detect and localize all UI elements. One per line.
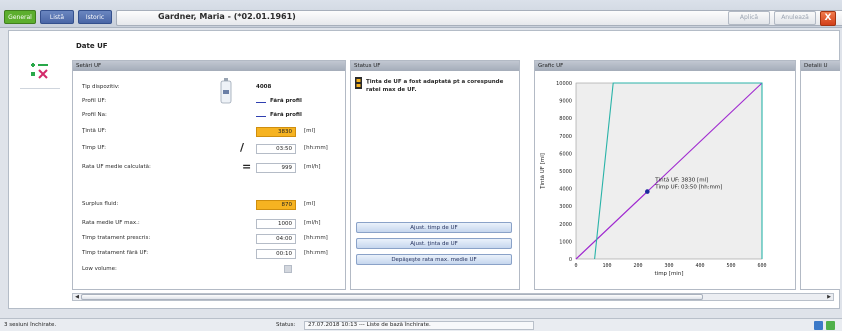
no-uf-time-field[interactable]: 00:10 [256, 249, 296, 259]
prescribed-time-unit: [hh:mm] [304, 235, 328, 241]
uf-profile-value[interactable]: Fără profil [270, 98, 302, 104]
status-panel-title: Status UF [351, 61, 519, 71]
tab-list[interactable]: Listă [40, 10, 74, 24]
calc-rate-label: Rata UF medie calculată: [82, 164, 151, 170]
warning-hourglass-icon [355, 77, 362, 89]
scroll-left-icon[interactable]: ◀ [73, 294, 81, 300]
details-panel-title: Detalii U [801, 61, 840, 71]
no-uf-time-unit: [hh:mm] [304, 250, 328, 256]
bottle-icon [220, 78, 232, 104]
apply-button[interactable]: Aplică [728, 11, 770, 25]
uf-profile-label: Profil UF: [82, 98, 107, 104]
uf-time-unit: [hh:mm] [304, 145, 328, 151]
x-tick-label: 0 [574, 263, 577, 269]
uf-target-label: Ţintă UF: [82, 128, 107, 134]
scroll-right-icon[interactable]: ▶ [825, 294, 833, 300]
uf-time-field[interactable]: 03:50 [256, 144, 296, 154]
sessions-status: 3 sesiuni închirate. [4, 322, 57, 328]
na-profile-value[interactable]: Fără profil [270, 112, 302, 118]
y-tick-label: 4000 [559, 187, 572, 193]
patient-name: Gardner, Maria - (*02.01.1961) [158, 12, 296, 21]
y-tick-label: 9000 [559, 99, 572, 105]
cancel-button[interactable]: Anulează [774, 11, 816, 25]
y-tick-label: 8000 [559, 116, 572, 122]
calc-rate-field: 999 [256, 163, 296, 173]
surplus-field[interactable]: 870 [256, 200, 296, 210]
tab-history[interactable]: Istoric [78, 10, 112, 24]
status-label: Status: [276, 322, 296, 328]
max-rate-label: Rata medie UF max.: [82, 220, 140, 226]
scroll-thumb[interactable] [81, 294, 703, 300]
x-tick-label: 300 [664, 263, 673, 269]
adjust-uf-target-button[interactable]: Ajust. ţinta de UF [356, 238, 512, 249]
device-type-label: Tip dispozitiv: [82, 84, 120, 90]
device-type-value: 4008 [256, 84, 272, 90]
x-tick-label: 100 [602, 263, 611, 269]
x-tick-label: 500 [726, 263, 735, 269]
y-tick-label: 0 [569, 257, 572, 263]
y-tick-label: 7000 [559, 134, 572, 140]
current-point-marker [645, 189, 650, 194]
settings-panel-title: Setări UF [73, 61, 345, 71]
na-profile-line-icon [256, 116, 266, 117]
surplus-unit: [ml] [304, 201, 316, 207]
network-icon [814, 321, 823, 330]
x-axis-label: timp [min] [655, 271, 684, 277]
details-panel: Detalii U [800, 60, 840, 290]
slash-symbol: / [240, 141, 245, 154]
graph-panel-title: Grafic UF [535, 61, 795, 71]
exceed-max-rate-button[interactable]: Depăşeşte rata max. medie UF [356, 254, 512, 265]
prescribed-time-field[interactable]: 04:00 [256, 234, 296, 244]
uf-chart: 0100020003000400050006000700080009000100… [540, 81, 767, 277]
horizontal-scrollbar[interactable]: ◀ ▶ [72, 293, 834, 301]
uf-data-icon [31, 63, 48, 79]
low-volume-checkbox[interactable] [284, 265, 292, 273]
low-volume-label: Low volume: [82, 266, 117, 272]
tab-general[interactable]: General [4, 10, 36, 24]
uf-time-label: Timp UF: [82, 145, 106, 151]
uf-target-unit: [ml] [304, 128, 316, 134]
page-title: Date UF [76, 42, 108, 50]
max-rate-field[interactable]: 1000 [256, 219, 296, 229]
y-tick-label: 10000 [556, 81, 572, 87]
prescribed-time-label: Timp tratament prescris: [82, 235, 151, 241]
equals-symbol: = [242, 160, 252, 173]
max-rate-unit: [ml/h] [304, 220, 321, 226]
y-axis-label: Ţintă UF [ml] [540, 153, 546, 190]
calc-rate-unit: [ml/h] [304, 164, 321, 170]
status-value: 27.07.2018 10:13 --- Liste de bază închi… [304, 321, 534, 330]
y-tick-label: 1000 [559, 239, 572, 245]
status-message: Ţinta de UF a fost adaptată pt a corespu… [366, 79, 504, 93]
y-tick-label: 5000 [559, 169, 572, 175]
no-uf-time-label: Timp tratament fără UF: [82, 250, 149, 256]
x-tick-label: 200 [633, 263, 642, 269]
status-bar: 3 sesiuni închirate. Status: 27.07.2018 … [0, 318, 842, 331]
annotation-time: Timp UF: 03:50 [hh:mm] [654, 185, 722, 191]
y-tick-label: 2000 [559, 222, 572, 228]
close-button[interactable]: X [820, 11, 836, 26]
na-profile-label: Profil Na: [82, 112, 107, 118]
x-tick-label: 600 [757, 263, 766, 269]
icon-separator [20, 88, 60, 89]
surplus-label: Surplus fluid: [82, 201, 119, 207]
y-tick-label: 3000 [559, 204, 572, 210]
y-tick-label: 6000 [559, 151, 572, 157]
x-tick-label: 400 [695, 263, 704, 269]
annotation-target: Ţintă UF: 3830 [ml] [654, 178, 708, 184]
uf-profile-line-icon [256, 102, 266, 103]
uf-target-field[interactable]: 3830 [256, 127, 296, 137]
connection-ok-icon [826, 321, 835, 330]
adjust-uf-time-button[interactable]: Ajust. timp de UF [356, 222, 512, 233]
